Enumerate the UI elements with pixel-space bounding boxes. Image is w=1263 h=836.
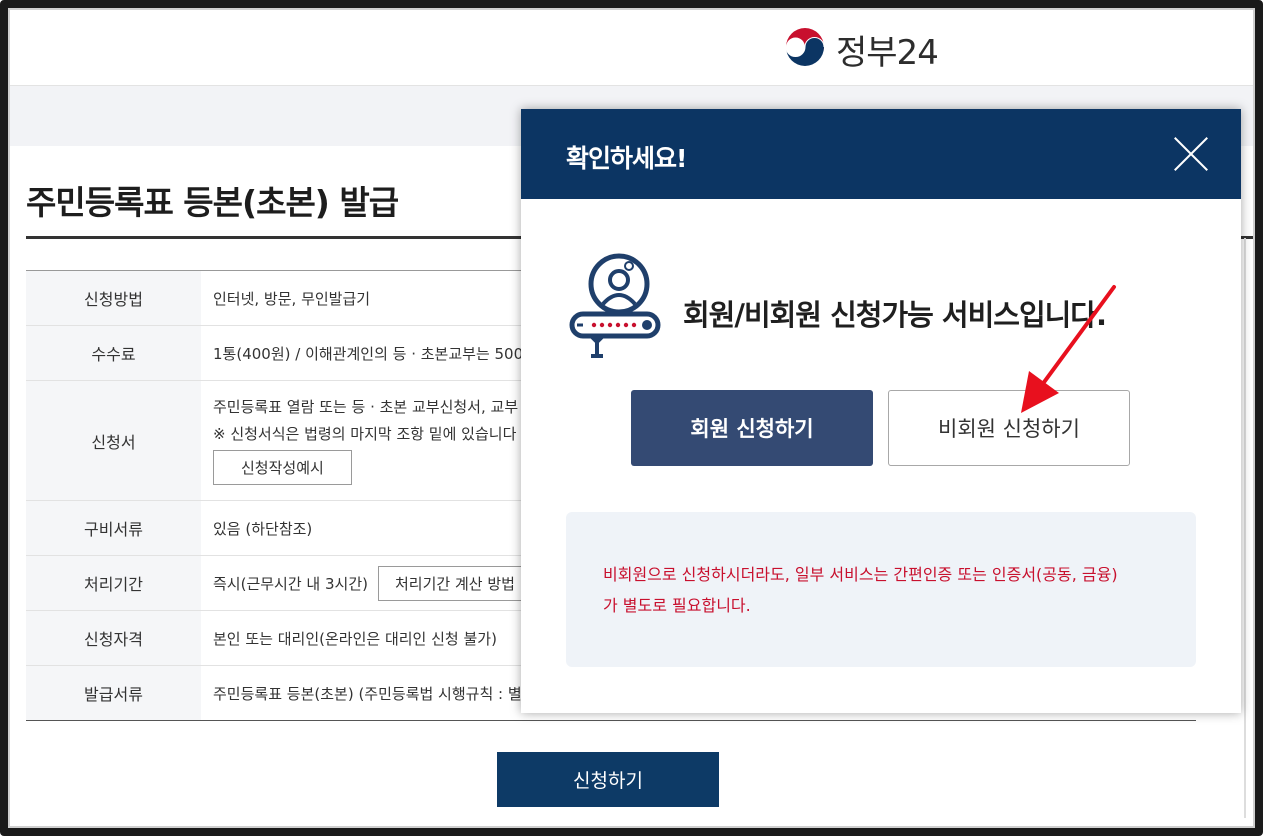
notice-text-line2: 가 별도로 필요합니다. — [603, 596, 751, 615]
form-example-button[interactable]: 신청작성예시 — [213, 450, 352, 485]
row-header: 신청서 — [26, 381, 201, 500]
row-value-text: 즉시(근무시간 내 3시간) — [213, 574, 368, 593]
modal-header: 확인하세요! — [521, 109, 1241, 199]
site-header: 정부24 — [10, 10, 1253, 86]
processing-time-calc-button[interactable]: 처리기간 계산 방법 — [378, 565, 532, 601]
notice-box: 비회원으로 신청하시더라도, 일부 서비스는 간편인증 또는 인증서(공동, 금… — [566, 512, 1196, 667]
row-header: 신청방법 — [26, 271, 201, 325]
member-apply-button[interactable]: 회원 신청하기 — [631, 390, 873, 466]
red-arrow-annotation-icon — [1021, 285, 1116, 413]
taegeuk-emblem-icon — [784, 28, 826, 70]
page-title: 주민등록표 등본(초본) 발급 — [26, 183, 399, 222]
confirm-modal: 확인하세요! 회원/비회원 신청가능 서비스입니다. 회원 신청하기 비회원 신… — [521, 109, 1241, 713]
row-header: 수수료 — [26, 326, 201, 380]
site-logo[interactable]: 정부24 — [782, 26, 939, 73]
member-login-icon — [569, 253, 661, 358]
close-icon[interactable] — [1171, 134, 1211, 174]
row-header: 발급서류 — [26, 666, 201, 720]
modal-title: 확인하세요! — [566, 144, 687, 173]
notice-text-line1: 비회원으로 신청하시더라도, 일부 서비스는 간편인증 또는 인증서(공동, 금… — [603, 565, 1118, 584]
apply-button[interactable]: 신청하기 — [497, 752, 719, 807]
row-header: 신청자격 — [26, 611, 201, 665]
content-right-border — [1244, 238, 1246, 818]
site-logo-text: 정부24 — [836, 32, 939, 73]
row-header: 처리기간 — [26, 556, 201, 610]
row-header: 구비서류 — [26, 501, 201, 555]
